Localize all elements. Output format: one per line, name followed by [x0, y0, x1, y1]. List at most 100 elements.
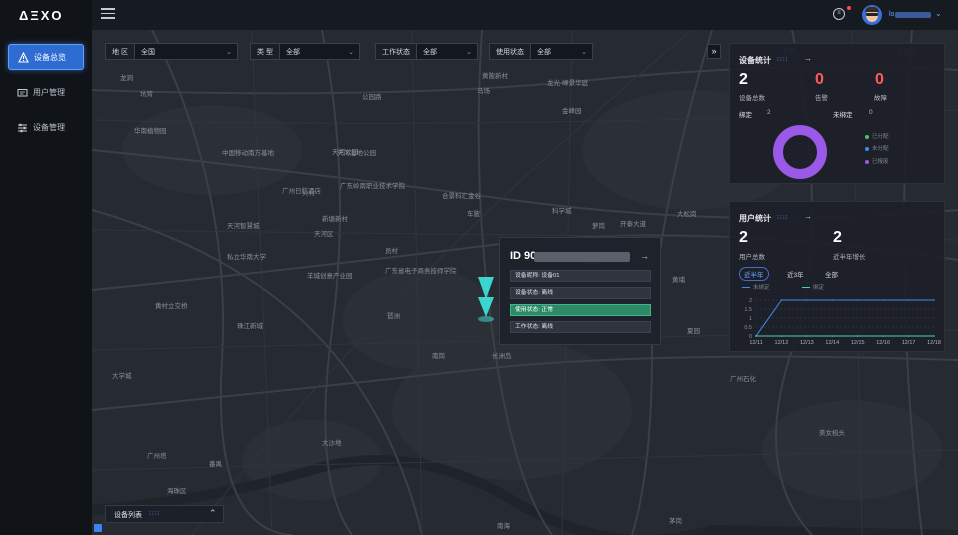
- map-label: 天河湿地公园: [337, 150, 376, 157]
- map-label: 广州塔: [147, 453, 167, 460]
- series-point: [755, 335, 757, 337]
- fault-count: 0: [875, 71, 884, 88]
- sidebar-item-device-overview[interactable]: 设备总览: [8, 44, 84, 70]
- use-status-row: 使用状态: 正常: [510, 304, 651, 316]
- user-line-chart: 21.510.5012/11 12/12 12/13 12/14 12/15 12/16 1…: [744, 298, 941, 346]
- y-tick-label: 1: [749, 316, 752, 322]
- x-tick-label: 12/15: [851, 340, 865, 346]
- user-recent-label: 近半年增长: [833, 254, 866, 261]
- map-label: 珠江新城: [237, 323, 263, 330]
- tab-3-years[interactable]: 近3年: [787, 269, 804, 279]
- map-label: 天河智慧城: [227, 223, 260, 230]
- map-label: 长洲岛: [492, 353, 512, 360]
- map-label: 黄陂新村: [482, 73, 508, 80]
- tab-half-year[interactable]: 近半年: [739, 267, 769, 281]
- map-label: 天河区: [314, 231, 334, 238]
- legend-item: 已报废: [865, 157, 889, 165]
- notification-dot: [847, 6, 851, 10]
- series-point: [856, 299, 859, 301]
- map-label: 广东岭南职业技术学院: [340, 183, 405, 190]
- arrow-right-icon[interactable]: →: [804, 212, 812, 221]
- series-point: [907, 335, 910, 337]
- filter-value: 全部: [537, 48, 551, 56]
- map-label: 萝岗: [592, 223, 605, 230]
- filter-work-status[interactable]: 工作状态 全部 ⌄: [375, 43, 478, 60]
- bound-count: 2: [767, 109, 771, 116]
- series-point: [806, 335, 808, 337]
- app-corner-icon: [94, 524, 102, 532]
- sidebar-item-device-management[interactable]: 设备管理: [8, 114, 84, 140]
- series-point: [882, 299, 884, 301]
- map-label: 大松岗: [677, 211, 697, 218]
- series-point: [907, 299, 910, 301]
- map-label: 龙洞: [120, 75, 133, 82]
- map-label: 大沙地: [322, 440, 342, 447]
- sidebar-item-user-management[interactable]: 用户管理: [8, 79, 84, 105]
- arrow-right-icon[interactable]: →: [804, 54, 812, 63]
- unbound-label: 未绑定: [833, 112, 853, 119]
- message-icon[interactable]: ≡: [833, 8, 845, 20]
- series-point: [933, 335, 935, 337]
- map-label: 新塘新村: [322, 216, 348, 223]
- filter-region[interactable]: 地 区 全国 ⌄: [105, 43, 238, 60]
- fault-label: 故障: [874, 95, 887, 102]
- series-point: [780, 299, 783, 301]
- map-label: 公园路: [362, 94, 382, 101]
- donut-slice: [773, 125, 827, 179]
- chevron-up-icon: ⌃: [209, 508, 217, 518]
- unbound-count: 0: [869, 109, 873, 116]
- map-label: 美女梳头: [819, 430, 845, 437]
- x-tick-label: 12/16: [876, 340, 890, 346]
- filter-type[interactable]: 类 型 全部 ⌄: [250, 43, 360, 60]
- filter-label: 工作状态: [376, 44, 417, 59]
- device-list-label: 设备列表: [114, 512, 142, 519]
- series-point: [780, 335, 783, 337]
- series-point: [831, 299, 834, 301]
- chevron-down-icon: ⌄: [348, 48, 354, 56]
- map-label: 员村: [385, 248, 398, 255]
- map-label: 华南植物园: [134, 128, 167, 135]
- device-stats-panel: 设备统计 ⁝⁝⁝⁝ → 2 设备总数 0 告警 0 故障 绑定 2 未绑定 0 …: [729, 43, 945, 184]
- map-label: 海珠区: [167, 488, 187, 495]
- y-tick-label: 1.5: [744, 307, 752, 313]
- x-tick-label: 12/18: [927, 340, 941, 346]
- map-label: 南岗: [432, 353, 445, 360]
- device-id-redaction: [534, 252, 630, 262]
- chevron-down-icon: ⌄: [581, 48, 587, 56]
- map-label: 番禺: [209, 461, 222, 468]
- legend-item: 已分配: [865, 132, 889, 140]
- device-nickname-row: 设备昵称: 设备01: [510, 270, 651, 282]
- map-label: 马场: [477, 88, 490, 95]
- panel-title: 用户统计: [739, 214, 771, 223]
- alarm-label: 告警: [815, 95, 828, 102]
- device-total-label: 设备总数: [739, 95, 765, 102]
- alarm-count: 0: [815, 71, 824, 88]
- collapse-panels-button[interactable]: »: [707, 44, 721, 59]
- menu-toggle-icon[interactable]: [101, 8, 115, 22]
- arrow-right-icon[interactable]: →: [640, 251, 649, 261]
- filter-use-status[interactable]: 使用状态 全部 ⌄: [489, 43, 593, 60]
- filter-label: 使用状态: [490, 44, 531, 59]
- filter-value: 全部: [285, 48, 300, 56]
- device-donut-chart: [773, 125, 827, 179]
- filter-value: 全部: [423, 48, 437, 56]
- sidebar: ΔΞXO 设备总览 用户管理 设备管理: [0, 0, 92, 535]
- series-point: [831, 335, 834, 337]
- device-list-toggle[interactable]: 设备列表 ⁝⁝⁝⁝ ⌃: [105, 505, 224, 523]
- dots-decoration: ⁝⁝⁝⁝: [777, 215, 789, 221]
- user-total-label: 用户总数: [739, 254, 765, 261]
- chevron-down-icon[interactable]: ⌄: [935, 9, 942, 18]
- sidebar-item-label: 设备总览: [34, 52, 66, 62]
- series-point: [856, 335, 859, 337]
- map-label: 茅岗: [669, 518, 682, 525]
- x-tick-label: 12/17: [902, 340, 916, 346]
- app-logo: ΔΞXO: [19, 8, 64, 23]
- avatar[interactable]: [862, 5, 882, 25]
- chevron-down-icon: ⌄: [466, 48, 472, 56]
- filter-value: 全国: [140, 48, 155, 56]
- tab-all[interactable]: 全部: [825, 269, 838, 279]
- dots-decoration: ⁝⁝⁝⁝: [149, 511, 161, 517]
- map-label: 大学城: [112, 373, 132, 380]
- map-label: 坑背: [140, 91, 153, 98]
- user-stats-panel: 用户统计 ⁝⁝⁝⁝ → 2 用户总数 2 近半年增长 近半年 近3年 全部 未绑…: [729, 201, 945, 352]
